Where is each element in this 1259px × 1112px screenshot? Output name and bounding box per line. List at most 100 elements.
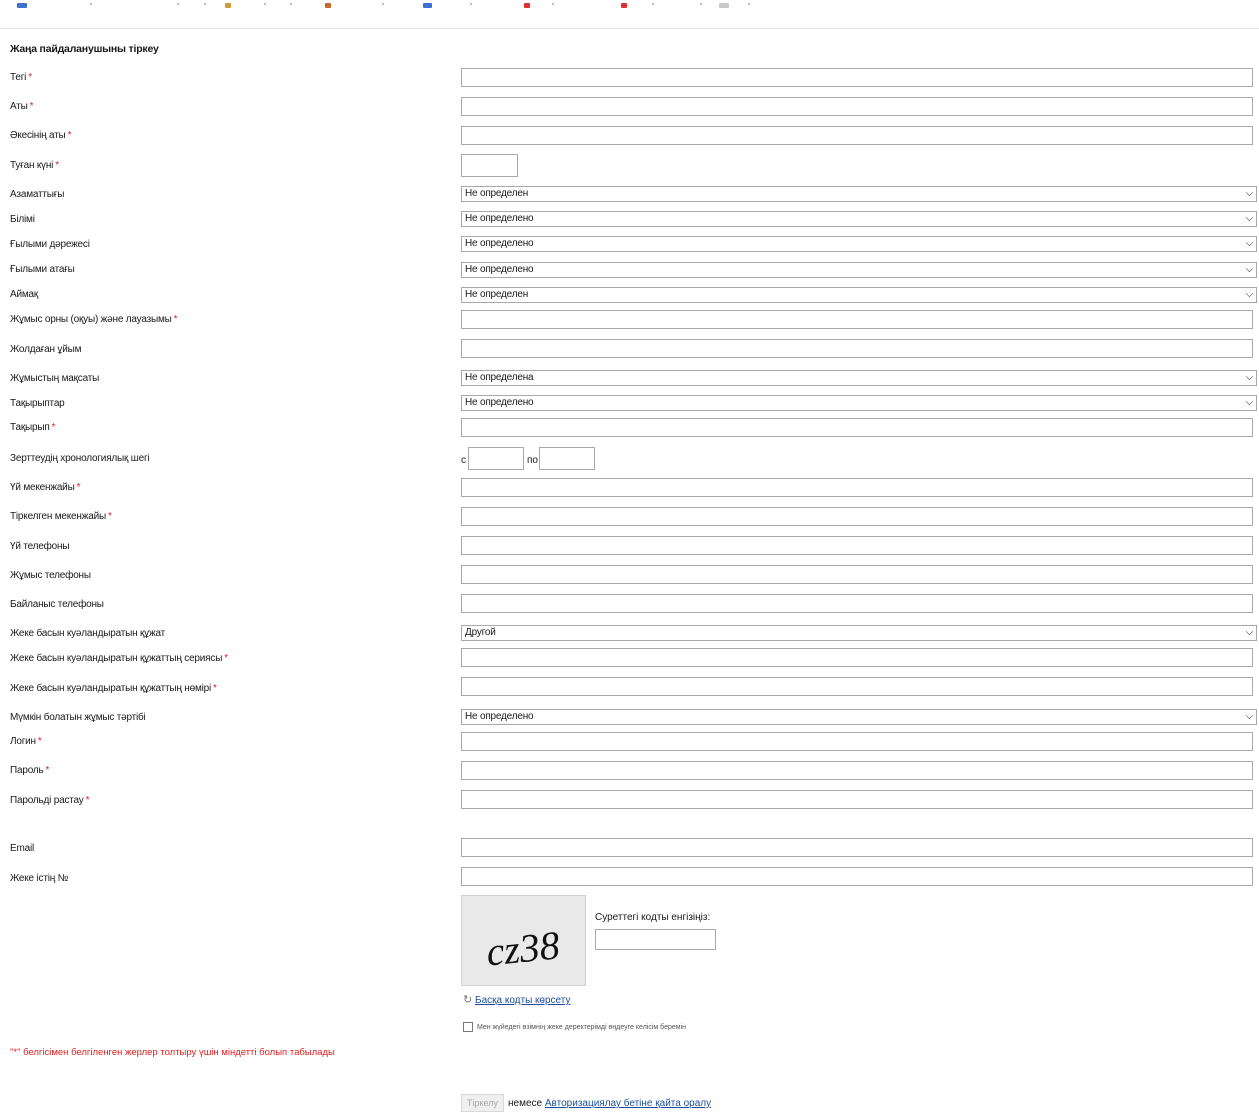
chevron-down-icon: ⌵	[1245, 711, 1254, 722]
chrono-to-input[interactable]	[539, 447, 595, 470]
required-mark: *	[85, 795, 90, 806]
topic-input[interactable]	[461, 418, 1253, 437]
submit-row: Тіркелу немесе Авторизациялау бетіне қайт…	[461, 1094, 711, 1112]
password-confirm-label-text: Парольді растау	[10, 795, 84, 806]
toolbar-dot	[204, 3, 206, 5]
id-document-value: Другой	[465, 627, 496, 638]
contact-phone-input[interactable]	[461, 594, 1253, 613]
toolbar-dot	[652, 3, 654, 5]
top-toolbar	[0, 0, 1259, 29]
toolbar-dot	[177, 3, 179, 5]
academic-title-select[interactable]: Не определено ⌵	[461, 262, 1257, 278]
id-number-label: Жеке басын куәландыратын құжаттың нөмірі…	[10, 683, 217, 694]
registered-address-label: Тіркелген мекенжайы *	[10, 511, 112, 522]
topics-select[interactable]: Не определено ⌵	[461, 395, 1257, 411]
email-label: Email	[10, 843, 35, 854]
home-phone-input[interactable]	[461, 536, 1253, 555]
required-mark: *	[173, 314, 178, 325]
required-note: "*" белгісімен белгіленген жерлер толтыр…	[10, 1047, 335, 1058]
login-label: Логин *	[10, 736, 42, 747]
captcha-image: cz38	[461, 895, 586, 986]
academic-degree-select[interactable]: Не определено ⌵	[461, 236, 1257, 252]
id-document-select[interactable]: Другой ⌵	[461, 625, 1257, 641]
password-confirm-input[interactable]	[461, 790, 1253, 809]
toolbar-icon[interactable]	[225, 3, 231, 8]
citizenship-value: Не определен	[465, 188, 529, 199]
id-document-label: Жеке басын куәландыратын құжат	[10, 628, 165, 639]
required-mark: *	[224, 653, 228, 664]
home-phone-label: Үй телефоны	[10, 541, 70, 552]
personal-file-input[interactable]	[461, 867, 1253, 886]
captcha-input[interactable]	[595, 929, 716, 950]
refresh-icon: ↻	[463, 994, 473, 1006]
registered-address-input[interactable]	[461, 507, 1253, 526]
chevron-down-icon: ⌵	[1245, 238, 1254, 249]
topic-label: Тақырып *	[10, 422, 55, 433]
required-mark: *	[28, 72, 32, 83]
topics-value: Не определено	[465, 397, 534, 408]
password-input[interactable]	[461, 761, 1253, 780]
region-select[interactable]: Не определен ⌵	[461, 287, 1257, 303]
toolbar-icon[interactable]	[17, 3, 27, 8]
education-select[interactable]: Не определено ⌵	[461, 211, 1257, 227]
name-label-text: Аты	[10, 101, 28, 112]
surname-input[interactable]	[461, 68, 1253, 87]
work-phone-input[interactable]	[461, 565, 1253, 584]
sending-org-input[interactable]	[461, 339, 1253, 358]
personal-file-label: Жеке істің №	[10, 873, 69, 884]
toolbar-icon[interactable]	[423, 3, 432, 8]
citizenship-select[interactable]: Не определен ⌵	[461, 186, 1257, 202]
required-mark: *	[51, 422, 56, 433]
name-input[interactable]	[461, 97, 1253, 116]
required-mark: *	[67, 130, 72, 141]
captcha-code: cz38	[484, 922, 562, 974]
register-button[interactable]: Тіркелу	[461, 1094, 504, 1112]
id-series-input[interactable]	[461, 648, 1253, 667]
workplace-label: Жұмыс орны (оқуы) және лауазымы *	[10, 314, 178, 325]
login-input[interactable]	[461, 732, 1253, 751]
email-input[interactable]	[461, 838, 1253, 857]
chrono-from-input[interactable]	[468, 447, 524, 470]
id-number-input[interactable]	[461, 677, 1253, 696]
chevron-down-icon: ⌵	[1245, 627, 1254, 638]
home-address-input[interactable]	[461, 478, 1253, 497]
consent-text: Мен жүйедегі өзімнің жеке деректерімді ө…	[477, 1023, 686, 1031]
password-confirm-label: Парольді растау *	[10, 795, 89, 806]
back-to-login-link[interactable]: Авторизациялау бетіне қайта оралу	[545, 1098, 711, 1109]
chevron-down-icon: ⌵	[1245, 372, 1254, 383]
toolbar-icon[interactable]	[524, 3, 530, 8]
birth-date-input[interactable]	[461, 154, 518, 177]
form-title: Жаңа пайдаланушыны тіркеу	[10, 43, 159, 55]
chrono-from-label: с	[461, 455, 466, 466]
toolbar-icon[interactable]	[325, 3, 331, 8]
work-mode-value: Не определено	[465, 711, 534, 722]
refresh-captcha[interactable]: ↻ Басқа кодты көрсету	[463, 993, 570, 1006]
required-mark: *	[37, 736, 42, 747]
id-series-label-text: Жеке басын куәландыратын құжаттың серияс…	[10, 653, 223, 664]
work-mode-select[interactable]: Не определено ⌵	[461, 709, 1257, 725]
work-purpose-select[interactable]: Не определена ⌵	[461, 370, 1257, 386]
workplace-label-text: Жұмыс орны (оқуы) және лауазымы	[10, 314, 172, 325]
toolbar-icon[interactable]	[621, 3, 627, 8]
patronymic-input[interactable]	[461, 126, 1253, 145]
or-text: немесе	[508, 1098, 543, 1109]
captcha-code-text: cz38	[484, 922, 562, 974]
surname-label-text: Тегі	[10, 72, 27, 83]
required-mark: *	[76, 482, 81, 493]
toolbar-dot	[264, 3, 266, 5]
workplace-input[interactable]	[461, 310, 1253, 329]
required-mark: *	[107, 511, 112, 522]
chevron-down-icon: ⌵	[1245, 213, 1254, 224]
chrono-to-label: по	[527, 455, 538, 466]
registered-address-label-text: Тіркелген мекенжайы	[10, 511, 106, 522]
consent-checkbox[interactable]	[463, 1022, 473, 1032]
required-mark: *	[213, 683, 217, 694]
academic-title-label: Ғылыми атағы	[10, 264, 75, 275]
toolbar-dot	[90, 3, 92, 5]
work-phone-label: Жұмыс телефоны	[10, 570, 91, 581]
home-address-label-text: Үй мекенжайы	[10, 482, 75, 493]
toolbar-icon[interactable]	[719, 3, 729, 8]
academic-degree-value: Не определено	[465, 238, 534, 249]
refresh-captcha-link[interactable]: Басқа кодты көрсету	[475, 995, 570, 1006]
toolbar-dot	[382, 3, 384, 5]
